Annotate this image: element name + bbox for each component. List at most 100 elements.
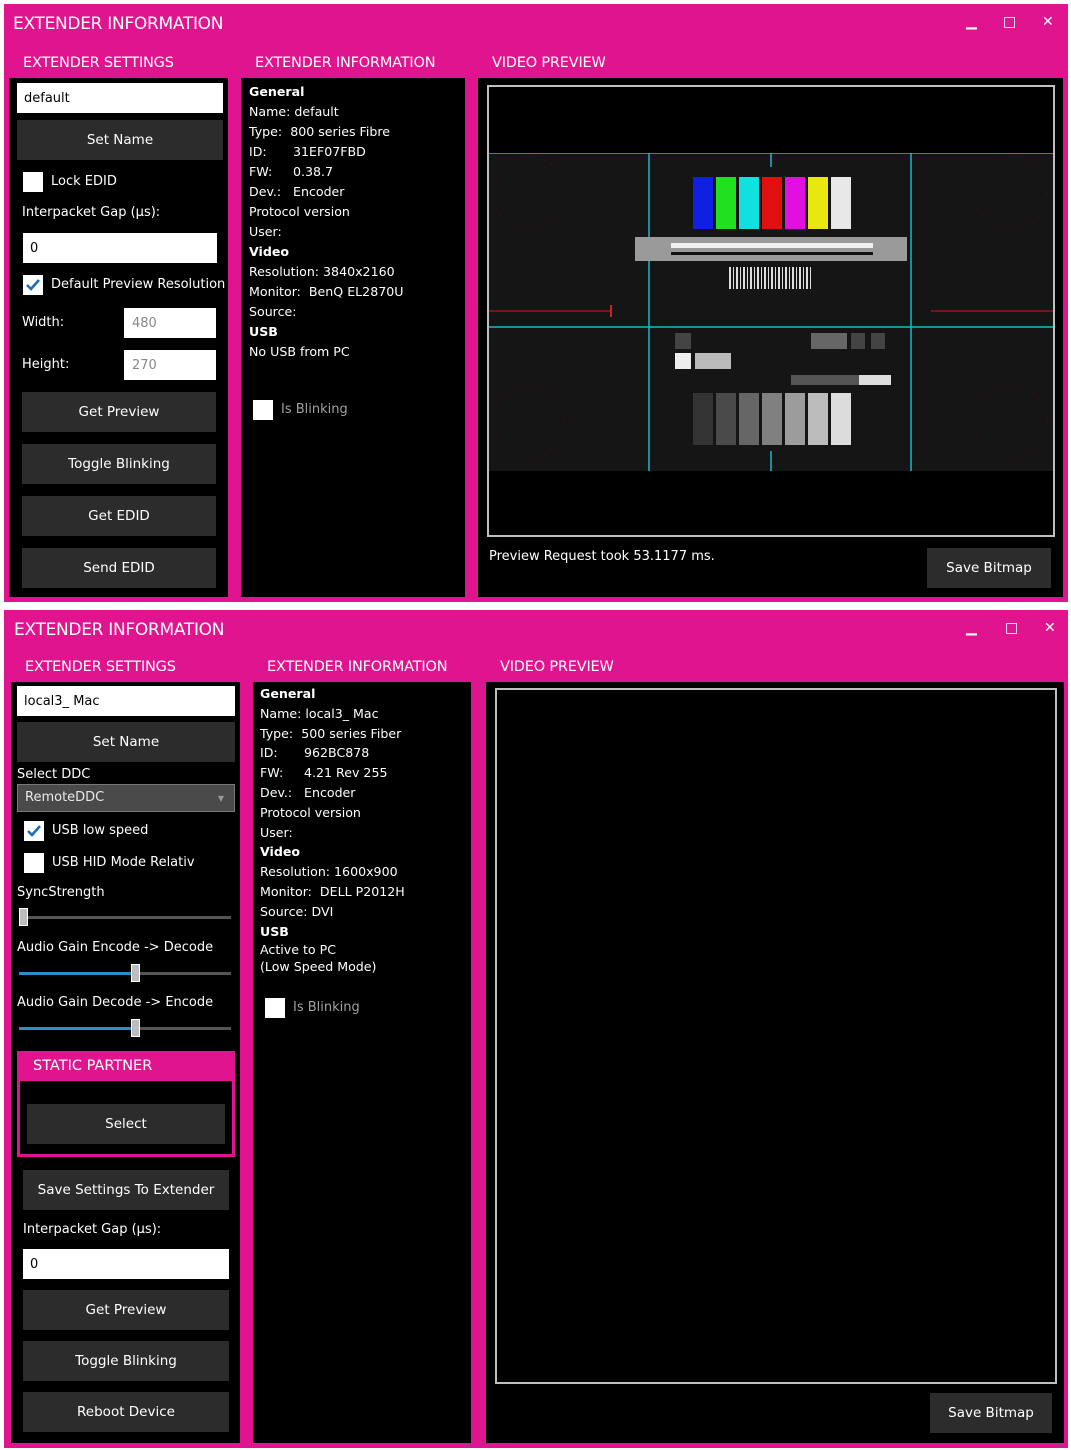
extender-settings-panel: EXTENDER SETTINGS local3_ Mac Set Name S… [9, 650, 242, 1445]
monitor-label: Monitor: [249, 284, 301, 299]
slider-fill [19, 1027, 131, 1030]
maximize-icon[interactable]: □ [1005, 620, 1018, 636]
title-bar[interactable]: EXTENDER INFORMATION ▁ □ ✕ [4, 4, 1068, 42]
height-input[interactable]: 270 [124, 350, 216, 380]
default-preview-label: Default Preview Resolution [51, 277, 226, 292]
extender-information-panel: EXTENDER INFORMATION General Name: local… [251, 650, 473, 1445]
is-blinking-label: Is Blinking [281, 402, 348, 417]
general-heading: General [249, 84, 305, 99]
slider-thumb[interactable] [19, 908, 28, 926]
save-settings-button[interactable]: Save Settings To Extender [23, 1170, 229, 1210]
select-partner-button[interactable]: Select [27, 1104, 225, 1144]
usb-heading: USB [249, 324, 278, 339]
usb-heading: USB [260, 923, 289, 939]
name-value: Name: local3_ Mac [260, 705, 379, 721]
monitor-label: Monitor: [260, 883, 312, 899]
id-value: 31EF07FBD [293, 144, 366, 159]
extender-window-2: EXTENDER INFORMATION ▁ □ ✕ EXTENDER SETT… [4, 610, 1068, 1448]
name-input[interactable]: local3_ Mac [17, 686, 235, 716]
fw-label: FW: [249, 164, 273, 179]
get-preview-button[interactable]: Get Preview [23, 1290, 229, 1330]
name-input[interactable]: default [17, 83, 223, 113]
type-label: Type: [260, 725, 294, 741]
name-value: Name: default [249, 104, 339, 119]
video-preview-panel: VIDEO PREVIEW Preview Request took 53.11… [476, 46, 1065, 599]
id-label: ID: [260, 745, 278, 761]
panel-title: VIDEO PREVIEW [492, 55, 606, 71]
minimize-icon[interactable]: ▁ [966, 14, 977, 30]
slider-thumb[interactable] [131, 1019, 140, 1037]
preview-frame [487, 85, 1055, 537]
video-heading: Video [260, 844, 301, 860]
interpacket-gap-label: Interpacket Gap (µs): [22, 205, 161, 220]
usb-low-speed-checkbox[interactable] [24, 821, 44, 841]
slider-thumb[interactable] [131, 964, 140, 982]
video-preview-panel: VIDEO PREVIEW Save Bitmap [484, 650, 1066, 1445]
source-label: Source: [249, 304, 297, 319]
source-value: Source: DVI [260, 903, 334, 919]
title-bar[interactable]: EXTENDER INFORMATION ▁ □ ✕ [4, 610, 1068, 648]
panel-header: EXTENDER INFORMATION [253, 652, 471, 682]
slider-fill [19, 972, 131, 975]
extender-information-panel: EXTENDER INFORMATION General Name: defau… [239, 46, 467, 599]
maximize-icon[interactable]: □ [1003, 14, 1016, 30]
id-label: ID: [249, 144, 267, 159]
interpacket-gap-input[interactable]: 0 [23, 1249, 229, 1279]
fw-row: FW: 4.21 Rev 255 [260, 763, 405, 783]
dev-value: Encoder [293, 184, 345, 199]
video-heading: Video [249, 244, 290, 259]
preview-frame [495, 688, 1057, 1384]
info-list: General Name: default Type: 800 series F… [249, 82, 403, 362]
dev-label: Dev.: [260, 784, 293, 800]
resolution-value: Resolution: 3840x2160 [249, 264, 395, 279]
usb-low-speed-label: USB low speed [52, 823, 149, 838]
general-heading: General [260, 686, 316, 701]
audio-gain-enc-dec-label: Audio Gain Encode -> Decode [17, 940, 214, 955]
window-title: EXTENDER INFORMATION [13, 14, 224, 34]
fw-row: FW: 0.38.7 [249, 162, 403, 182]
send-edid-button[interactable]: Send EDID [22, 548, 216, 588]
extender-window-1: EXTENDER INFORMATION ▁ □ ✕ EXTENDER SETT… [4, 4, 1068, 602]
usb-status-line-2: (Low Speed Mode) [260, 959, 377, 975]
info-list: General Name: local3_ Mac Type: 500 seri… [260, 684, 405, 975]
dev-label: Dev.: [249, 184, 282, 199]
monitor-value: DELL P2012H [319, 883, 405, 899]
lock-edid-checkbox[interactable] [23, 172, 43, 192]
interpacket-gap-input[interactable]: 0 [23, 233, 217, 263]
close-icon[interactable]: ✕ [1042, 14, 1054, 30]
panel-title: EXTENDER SETTINGS [23, 55, 174, 71]
is-blinking-checkbox[interactable] [265, 998, 285, 1018]
audio-gain-dec-enc-slider[interactable] [19, 1019, 231, 1037]
monitor-row: Monitor: DELL P2012H [260, 882, 405, 902]
width-input[interactable]: 480 [124, 308, 216, 338]
set-name-button[interactable]: Set Name [17, 722, 235, 762]
minimize-icon[interactable]: ▁ [966, 620, 977, 636]
audio-gain-enc-dec-slider[interactable] [19, 964, 231, 982]
panel-header: EXTENDER SETTINGS [11, 652, 240, 682]
usb-hid-mode-checkbox[interactable] [24, 853, 44, 873]
panel-title: EXTENDER INFORMATION [267, 659, 448, 675]
slider-track [19, 916, 231, 919]
static-partner-group: STATIC PARTNER Select [17, 1051, 235, 1157]
save-bitmap-button[interactable]: Save Bitmap [927, 548, 1051, 588]
type-value: 500 series Fiber [301, 725, 402, 741]
get-preview-button[interactable]: Get Preview [22, 392, 216, 432]
panel-title: VIDEO PREVIEW [500, 659, 614, 675]
select-ddc-dropdown[interactable]: RemoteDDC ▼ [17, 784, 235, 812]
protocol-version: Protocol version [260, 804, 361, 820]
usb-status-line-1: Active to PC [260, 942, 336, 958]
close-icon[interactable]: ✕ [1044, 620, 1056, 636]
set-name-button[interactable]: Set Name [17, 120, 223, 160]
reboot-device-button[interactable]: Reboot Device [23, 1392, 229, 1432]
window-title: EXTENDER INFORMATION [14, 620, 225, 640]
width-label: Width: [22, 315, 65, 330]
usb-hid-mode-label: USB HID Mode Relativ [52, 855, 195, 870]
select-ddc-value: RemoteDDC [25, 790, 105, 805]
toggle-blinking-button[interactable]: Toggle Blinking [23, 1341, 229, 1381]
toggle-blinking-button[interactable]: Toggle Blinking [22, 444, 216, 484]
default-preview-checkbox[interactable] [23, 275, 43, 295]
is-blinking-checkbox[interactable] [253, 400, 273, 420]
get-edid-button[interactable]: Get EDID [22, 496, 216, 536]
save-bitmap-button[interactable]: Save Bitmap [930, 1393, 1052, 1433]
sync-strength-slider[interactable] [19, 908, 231, 926]
